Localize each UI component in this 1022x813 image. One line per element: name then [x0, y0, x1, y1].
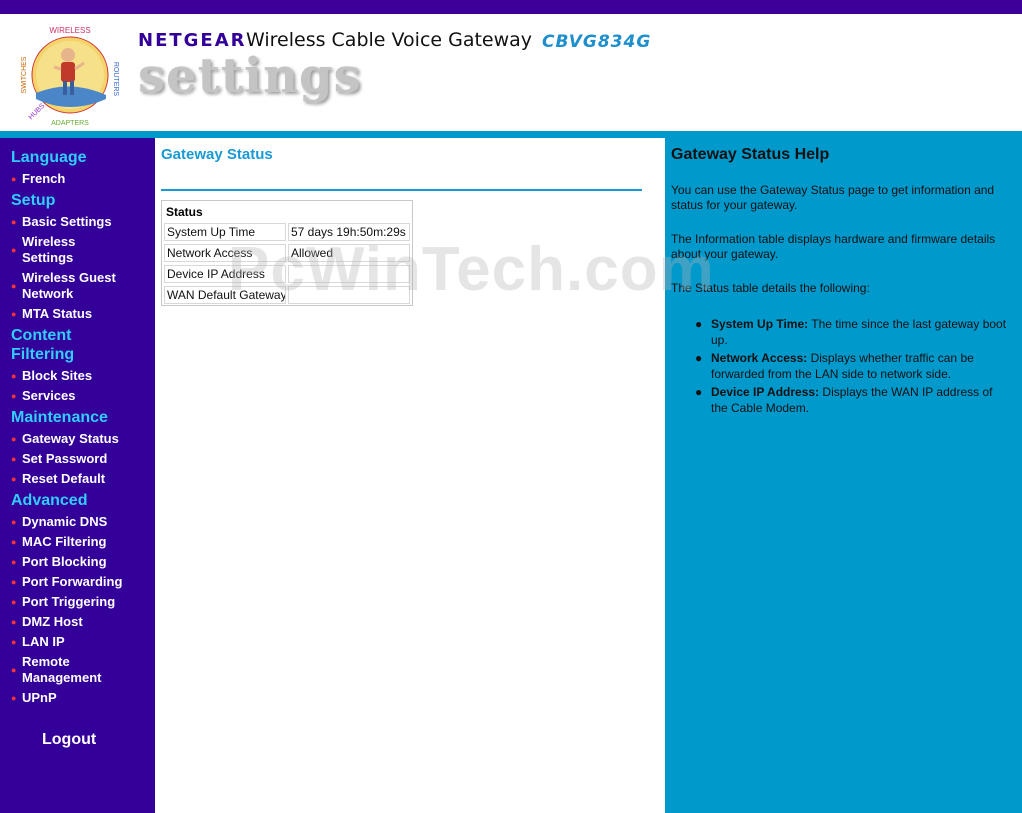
bullet-icon: ●: [11, 637, 17, 647]
status-table-header: Status: [166, 205, 203, 219]
bullet-icon: ●: [11, 577, 17, 587]
help-paragraph: The Status table details the following:: [671, 281, 870, 295]
bullet-icon: ●: [11, 474, 17, 484]
nav-heading-maintenance: Maintenance: [11, 409, 108, 426]
bullet-icon: ●: [11, 309, 17, 319]
header-separator: [0, 131, 1022, 138]
help-title: Gateway Status Help: [671, 146, 830, 163]
top-bar: [0, 0, 1022, 14]
page-title: Gateway Status: [161, 146, 273, 163]
help-paragraph: The Information table displays hardware …: [671, 232, 996, 261]
logout-link[interactable]: Logout: [42, 731, 96, 749]
bullet-icon: ●: [11, 517, 17, 527]
bullet-icon: ●: [11, 557, 17, 567]
help-paragraph: You can use the Gateway Status page to g…: [671, 183, 995, 212]
svg-text:ROUTERS: ROUTERS: [112, 62, 119, 97]
nav-heading-content-filtering: Content Filtering: [11, 327, 75, 363]
bullet-icon: ●: [11, 537, 17, 547]
model-number: CBVG834G: [542, 32, 652, 52]
nav-heading-advanced: Advanced: [11, 492, 88, 509]
bullet-icon: ●: [11, 693, 17, 703]
bullet-icon: ●: [11, 597, 17, 607]
list-item: ● Device IP Address: Displays the WAN IP …: [695, 385, 993, 415]
title-divider: [161, 189, 642, 191]
bullet-icon: ●: [11, 617, 17, 627]
bullet-icon: ●: [11, 454, 17, 464]
bullet-icon: ●: [11, 281, 17, 291]
bullet-icon: ●: [11, 217, 17, 227]
bullet-icon: ●: [695, 317, 703, 331]
settings-banner: settings: [138, 48, 362, 104]
bullet-icon: ●: [695, 385, 703, 399]
bullet-icon: ●: [11, 371, 17, 381]
bullet-icon: ●: [695, 351, 703, 365]
svg-text:SWITCHES: SWITCHES: [21, 56, 28, 93]
help-bullet-list: ● System Up Time: The time since the last…: [671, 316, 1011, 418]
list-item: ● System Up Time: The time since the last…: [695, 317, 1007, 347]
help-panel: Gateway Status Help You can use the Gate…: [665, 138, 1022, 813]
nav-heading-language: Language: [11, 149, 87, 166]
watermark: PcWinTech.com: [228, 235, 715, 304]
nav-heading-setup: Setup: [11, 192, 56, 209]
bullet-icon: ●: [11, 245, 17, 255]
svg-text:WIRELESS: WIRELESS: [49, 26, 90, 35]
bullet-icon: ●: [11, 174, 17, 184]
header: WIRELESS ROUTERS ADAPTERS SWITCHES HUBS …: [0, 14, 1022, 131]
netgear-logo-icon: WIRELESS ROUTERS ADAPTERS SWITCHES HUBS: [16, 21, 124, 129]
list-item: ● Network Access: Displays whether traffi…: [695, 351, 974, 381]
bullet-icon: ●: [11, 665, 17, 675]
svg-text:ADAPTERS: ADAPTERS: [51, 120, 89, 127]
bullet-icon: ●: [11, 391, 17, 401]
sidebar: Language ● French Setup ● Basic Settings ●…: [0, 138, 155, 813]
bullet-icon: ●: [11, 434, 17, 444]
